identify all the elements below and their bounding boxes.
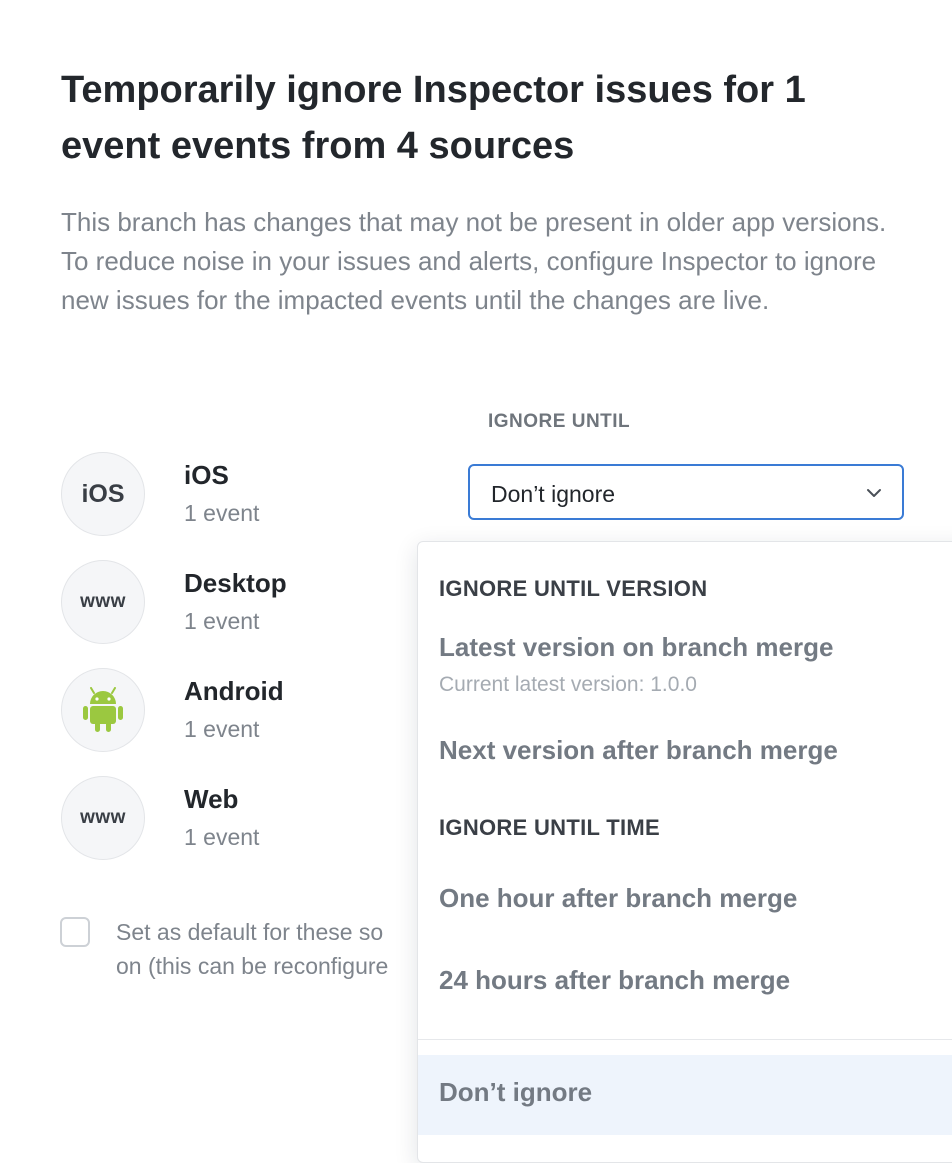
source-event-count: 1 event xyxy=(184,716,260,742)
option-next-version[interactable]: Next version after branch merge xyxy=(439,735,838,766)
source-event-count: 1 event xyxy=(184,824,260,850)
source-row-web: www Web 1 event xyxy=(61,776,441,862)
option-dont-ignore[interactable]: Don’t ignore xyxy=(439,1077,592,1108)
source-event-count: 1 event xyxy=(184,608,260,634)
source-row-desktop: www Desktop 1 event xyxy=(61,560,441,646)
modal-description: This branch has changes that may not be … xyxy=(61,207,887,315)
source-name: iOS xyxy=(184,460,229,490)
set-default-checkbox[interactable] xyxy=(60,917,90,947)
chevron-down-icon xyxy=(867,489,881,497)
ignore-until-select[interactable]: Don’t ignore xyxy=(468,464,904,520)
source-event-count: 1 event xyxy=(184,500,260,526)
dropdown-divider xyxy=(418,1039,952,1040)
source-row-android: Android 1 event xyxy=(61,668,441,754)
ignore-until-dropdown-menu: IGNORE UNTIL VERSION Latest version on b… xyxy=(417,541,952,1163)
ignore-issues-modal: Temporarily ignore Inspector issues for … xyxy=(0,0,952,1163)
source-name: Desktop xyxy=(184,568,287,598)
option-latest-version-subtitle: Current latest version: 1.0.0 xyxy=(439,673,697,696)
modal-title: Temporarily ignore Inspector issues for … xyxy=(61,69,806,167)
source-name: Android xyxy=(184,676,284,706)
source-row-ios: iOS iOS 1 event xyxy=(61,452,441,538)
ignore-until-column-label: IGNORE UNTIL xyxy=(488,411,631,432)
www-avatar: www xyxy=(61,776,145,860)
option-24-hours[interactable]: 24 hours after branch merge xyxy=(439,965,790,996)
option-one-hour[interactable]: One hour after branch merge xyxy=(439,883,797,914)
ios-avatar: iOS xyxy=(61,452,145,536)
option-dont-ignore-row[interactable]: Don’t ignore xyxy=(418,1055,952,1135)
select-value: Don’t ignore xyxy=(491,481,616,507)
option-latest-version[interactable]: Latest version on branch merge xyxy=(439,632,833,663)
android-avatar xyxy=(61,668,145,752)
group-header-version: IGNORE UNTIL VERSION xyxy=(439,576,708,601)
www-avatar: www xyxy=(61,560,145,644)
source-name: Web xyxy=(184,784,239,814)
android-icon xyxy=(83,687,123,732)
group-header-time: IGNORE UNTIL TIME xyxy=(439,815,661,840)
